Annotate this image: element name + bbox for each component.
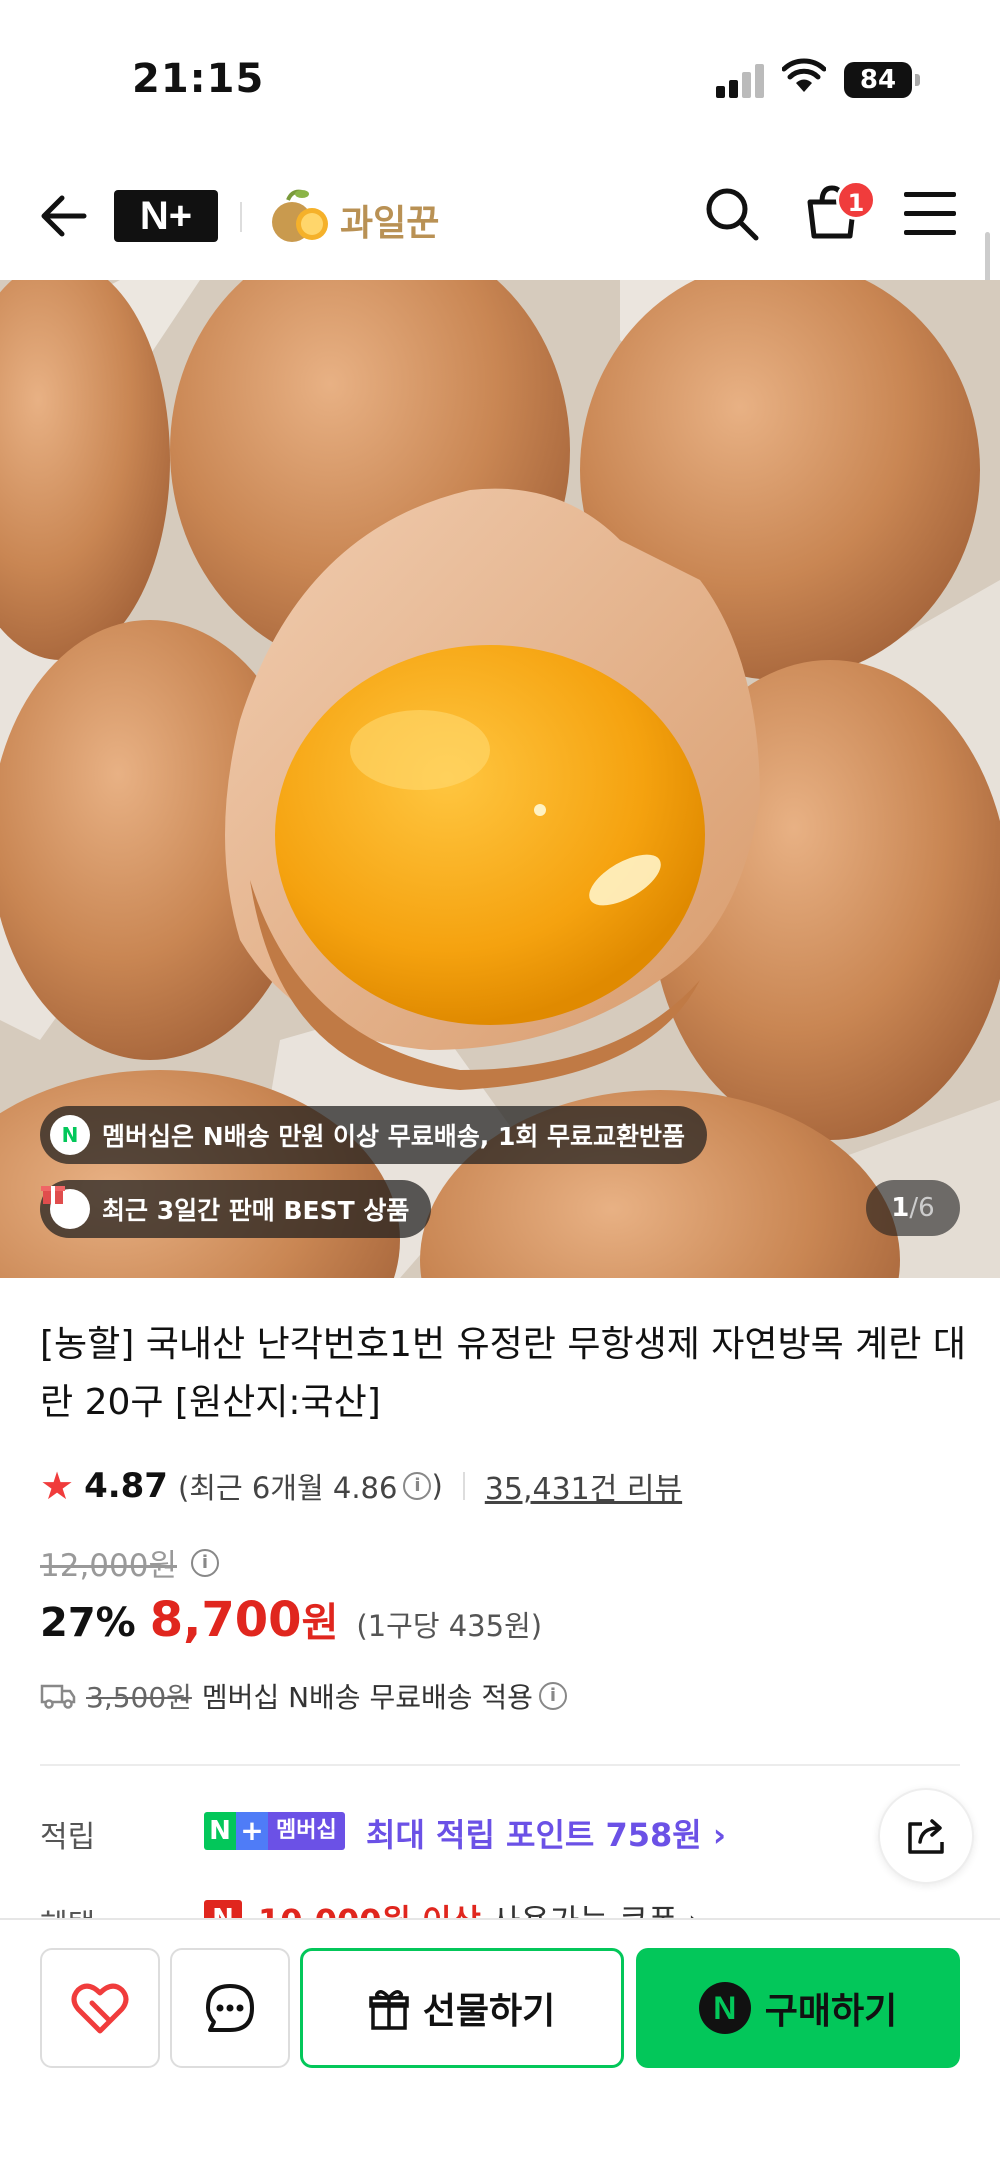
- delivery-truck-icon: [40, 1684, 76, 1709]
- signal-icon: [716, 64, 766, 98]
- gift-label: 선물하기: [422, 1991, 556, 2032]
- wishlist-button[interactable]: [40, 1948, 160, 2068]
- chat-bubble-icon: [206, 1984, 254, 2032]
- gift-button[interactable]: 선물하기: [300, 1948, 624, 2068]
- buy-label: 구매하기: [764, 1991, 898, 2032]
- price-row: 27% 8,700 원 (1구당 435원): [40, 1590, 542, 1648]
- rating-score: 4.87: [84, 1466, 168, 1506]
- back-button[interactable]: [34, 188, 90, 244]
- badge-n: N: [204, 1812, 236, 1850]
- naver-plus-logo-text: N+: [139, 193, 193, 238]
- info-icon[interactable]: i: [403, 1472, 432, 1500]
- sale-price: 8,700: [149, 1592, 302, 1648]
- section-divider: [40, 1764, 960, 1766]
- recent-rating: (최근 6개월 4.86: [177, 1471, 398, 1505]
- buy-button[interactable]: N 구매하기: [636, 1948, 960, 2068]
- search-icon[interactable]: [702, 184, 762, 244]
- cart-count-badge: 1: [836, 180, 876, 220]
- rating-divider: [462, 1472, 465, 1500]
- heart-icon: [71, 1983, 129, 2034]
- membership-benefit-text: 멤버십은 N배송 만원 이상 무료배송, 1회 무료교환반품: [102, 1122, 686, 1151]
- shipping-fee: 3,500원: [86, 1681, 192, 1714]
- fruit-logo-icon: [272, 189, 328, 242]
- share-button[interactable]: [878, 1788, 974, 1884]
- star-icon: ★: [40, 1464, 75, 1508]
- battery-icon: 84: [844, 62, 920, 98]
- menu-icon[interactable]: [904, 192, 956, 236]
- points-label: 적립: [40, 1820, 96, 1855]
- badge-membership: 멤버십: [268, 1812, 345, 1850]
- shipping-row: 3,500원 멤버십 N배송 무료배송 적용 i: [40, 1676, 567, 1716]
- product-image-carousel[interactable]: N 멤버십은 N배송 만원 이상 무료배송, 1회 무료교환반품 최근 3일간 …: [0, 280, 1000, 1278]
- gift-box-icon: [41, 1186, 90, 1229]
- chat-button[interactable]: [170, 1948, 290, 2068]
- product-title: [농할] 국내산 난각번호1번 유정란 무항생제 자연방목 계란 대란 20구 …: [40, 1324, 966, 1423]
- original-price-row: 12,000원 i: [40, 1540, 219, 1585]
- badge-plus: +: [236, 1812, 268, 1850]
- wifi-icon: [782, 58, 826, 92]
- max-points-link[interactable]: 최대 적립 포인트 758원 ›: [366, 1810, 726, 1856]
- gift-icon: [369, 1990, 409, 2030]
- recent-rating-close: ): [431, 1469, 443, 1503]
- naver-plus-logo[interactable]: N+: [114, 190, 218, 242]
- membership-benefit-pill: N 멤버십은 N배송 만원 이상 무료배송, 1회 무료교환반품: [40, 1106, 708, 1164]
- unit-price: (1구당 435원): [356, 1609, 543, 1643]
- bottom-action-bar: 선물하기 N 구매하기: [0, 1918, 1000, 2174]
- counter-current: 1: [891, 1193, 910, 1223]
- status-bar: 21:15 84: [0, 0, 1000, 160]
- review-count-link[interactable]: 35,431건 리뷰: [485, 1464, 682, 1508]
- counter-total: /6: [909, 1193, 935, 1223]
- best-seller-pill: 최근 3일간 판매 BEST 상품: [40, 1180, 432, 1238]
- price-currency: 원: [301, 1600, 339, 1646]
- status-time: 21:15: [132, 56, 265, 102]
- naver-plus-membership-badge: N + 멤버십: [204, 1812, 345, 1850]
- app-header: N+ 과일꾼 1: [0, 160, 1000, 280]
- delivery-n-icon: N: [50, 1115, 90, 1155]
- discount-rate: 27%: [40, 1600, 136, 1646]
- image-page-counter: 1/6: [866, 1180, 960, 1236]
- price-info-icon[interactable]: i: [191, 1548, 219, 1577]
- best-seller-text: 최근 3일간 판매 BEST 상품: [102, 1196, 410, 1225]
- rating-row: ★ 4.87 (최근 6개월 4.86 i ) 35,431건 리뷰: [40, 1462, 682, 1510]
- shipping-text: 멤버십 N배송 무료배송 적용: [201, 1681, 533, 1714]
- shipping-info-icon[interactable]: i: [538, 1682, 567, 1710]
- naver-pay-n-icon: N: [698, 1982, 751, 2034]
- store-name[interactable]: 과일꾼: [340, 194, 439, 246]
- header-divider: [240, 202, 242, 232]
- original-price: 12,000원: [40, 1548, 177, 1584]
- share-icon: [908, 1819, 944, 1854]
